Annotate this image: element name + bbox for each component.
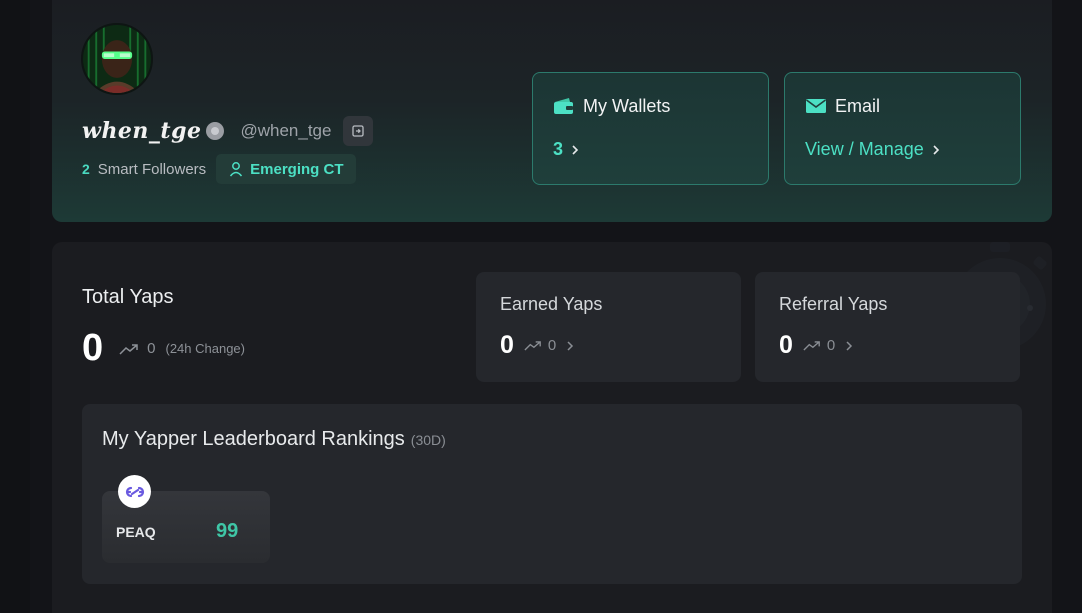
referral-yaps-trend: 0	[803, 337, 835, 354]
referral-yaps-value: 0	[779, 331, 793, 359]
project-rank: 99	[216, 520, 239, 542]
leaderboard-period: (30D)	[410, 432, 446, 448]
leaderboard-rankings-panel: My Yapper Leaderboard Rankings (30D) PEA…	[82, 404, 1022, 584]
user-icon	[230, 162, 243, 177]
trending-up-icon	[803, 341, 820, 351]
profile-card: when_tge @when_tge 2 Smart Followers Eme…	[52, 0, 1052, 222]
total-yaps-section: Total Yaps 0 0 (24h Change)	[82, 286, 245, 370]
project-name: PEAQ	[116, 524, 156, 540]
peaq-logo-icon	[118, 475, 151, 508]
emerging-ct-badge: Emerging CT	[216, 154, 356, 184]
chevron-right-icon	[567, 340, 574, 351]
total-yaps-change: 0	[147, 340, 156, 357]
display-name: when_tge	[82, 118, 202, 144]
email-view-manage-label: View / Manage	[805, 139, 924, 159]
logout-icon	[352, 125, 365, 137]
total-yaps-title: Total Yaps	[82, 286, 174, 308]
total-yaps-trend: 0	[119, 340, 155, 357]
left-gutter	[0, 0, 30, 613]
chevron-right-icon	[933, 144, 939, 155]
user-handle: @when_tge	[240, 121, 332, 140]
chevron-right-icon	[846, 340, 853, 351]
my-wallets-card[interactable]: My Wallets 3	[532, 72, 769, 185]
wallet-icon	[554, 98, 573, 114]
email-view-manage-link[interactable]: View / Manage	[805, 139, 1000, 160]
leaderboard-title: My Yapper Leaderboard Rankings	[102, 428, 405, 450]
referral-yaps-title: Referral Yaps	[779, 294, 888, 314]
envelope-icon	[806, 99, 826, 113]
referral-yaps-details-button[interactable]	[845, 340, 853, 352]
trending-up-icon	[524, 341, 541, 351]
referral-yaps-change: 0	[826, 337, 836, 354]
yaps-card: Total Yaps 0 0 (24h Change) Earned Yaps …	[52, 242, 1052, 613]
earned-yaps-trend: 0	[524, 337, 556, 354]
change-period-label: (24h Change)	[165, 341, 245, 356]
wallets-count-link[interactable]: 3	[553, 139, 748, 160]
verified-badge-icon	[206, 122, 225, 140]
logout-button[interactable]	[343, 116, 374, 146]
email-card[interactable]: Email View / Manage	[784, 72, 1021, 185]
total-yaps-value: 0	[82, 327, 104, 369]
smart-followers-label: Smart Followers	[97, 160, 207, 178]
referral-yaps-card[interactable]: Referral Yaps 0 0	[755, 272, 1020, 382]
wallets-count: 3	[553, 139, 564, 159]
earned-yaps-card[interactable]: Earned Yaps 0 0	[476, 272, 741, 382]
my-wallets-title: My Wallets	[583, 95, 671, 116]
earned-yaps-title: Earned Yaps	[500, 294, 603, 314]
earned-yaps-value: 0	[500, 331, 514, 359]
avatar[interactable]	[81, 23, 153, 95]
smart-followers-count: 2	[82, 161, 90, 177]
trending-up-icon	[119, 343, 138, 355]
earned-yaps-change: 0	[547, 337, 557, 354]
emerging-ct-label: Emerging CT	[250, 160, 344, 178]
email-title: Email	[835, 95, 881, 116]
avatar-image	[83, 25, 151, 93]
chevron-right-icon	[572, 144, 579, 155]
earned-yaps-details-button[interactable]	[566, 340, 574, 352]
